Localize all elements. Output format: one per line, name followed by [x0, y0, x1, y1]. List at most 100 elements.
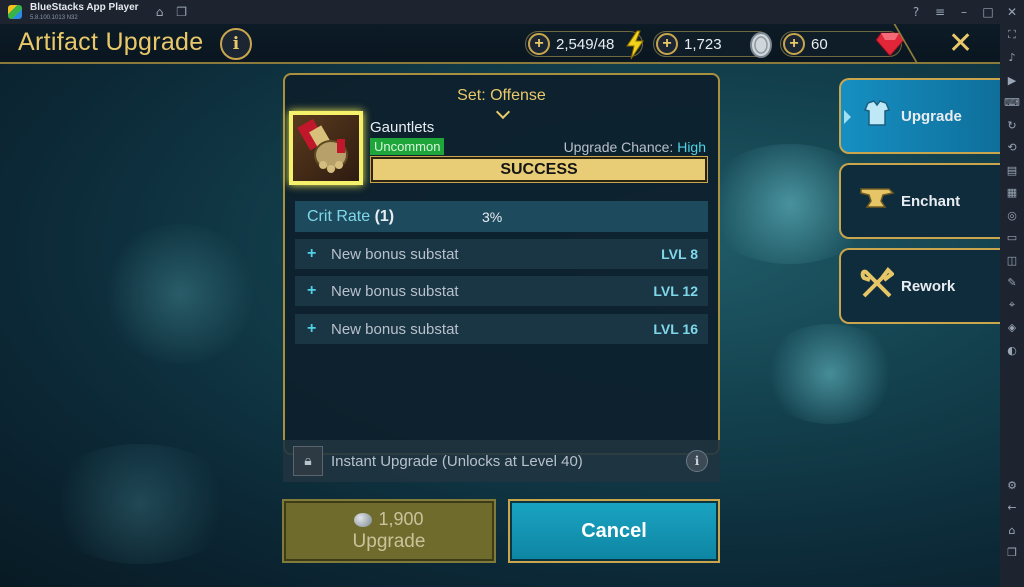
- game-header: Artifact Upgrade i + 2,549/48 + 1,723 + …: [0, 24, 1000, 64]
- tab-upgrade[interactable]: Upgrade: [839, 78, 1000, 154]
- plus-icon: +: [307, 320, 317, 337]
- screenshot-icon[interactable]: ◎: [1000, 204, 1024, 227]
- app-version: 5.8.100.1013 N32: [30, 15, 78, 21]
- energy-value: 2,549/48: [556, 35, 615, 53]
- instant-upgrade-info-button[interactable]: i: [686, 450, 708, 472]
- emulator-titlebar: BlueStacks App Player 5.8.100.1013 N32 ⌂…: [0, 0, 1024, 24]
- energy-icon: [626, 30, 644, 60]
- substat-level: LVL 12: [653, 283, 698, 299]
- page-title: Artifact Upgrade: [18, 28, 204, 56]
- minimize-icon[interactable]: –: [952, 5, 976, 19]
- energy-counter[interactable]: + 2,549/48: [525, 30, 644, 60]
- back-icon[interactable]: ←: [1000, 497, 1024, 520]
- app-name: BlueStacks App Player: [30, 2, 139, 13]
- tab-rework-label: Rework: [901, 277, 956, 295]
- plus-icon: +: [307, 245, 317, 262]
- plus-icon: +: [307, 282, 317, 299]
- game-screen: Artifact Upgrade i + 2,549/48 + 1,723 + …: [0, 24, 1000, 587]
- instant-upgrade-label: Instant Upgrade (Unlocks at Level 40): [331, 452, 583, 470]
- main-stat-label: Crit Rate: [307, 207, 371, 225]
- substat-level: LVL 16: [653, 321, 698, 337]
- armor-icon: [855, 98, 899, 135]
- substat-label: New bonus substat: [331, 282, 459, 300]
- eco-mode-icon[interactable]: ◐: [1000, 339, 1024, 362]
- upgrade-button[interactable]: 1,900 Upgrade: [282, 499, 496, 563]
- settings-icon[interactable]: ⚙: [1000, 474, 1024, 497]
- upgrade-chance-label: Upgrade Chance:: [563, 139, 678, 155]
- header-corner-decoration: [893, 24, 1000, 64]
- help-icon[interactable]: ?: [904, 5, 928, 19]
- substat-row: + New bonus substat LVL 8: [295, 239, 708, 269]
- gauntlets-icon: [293, 115, 359, 181]
- home-icon[interactable]: ⌂: [149, 5, 171, 19]
- android-home-icon[interactable]: ⌂: [1000, 519, 1024, 542]
- add-silver-button[interactable]: +: [656, 33, 678, 55]
- main-stat-row: Crit Rate (1) 3%: [295, 201, 708, 232]
- upgrade-result-banner: SUCCESS: [370, 156, 708, 183]
- silver-coin-icon: [750, 32, 772, 58]
- lock-icon: 🔒︎: [293, 446, 323, 476]
- instant-upgrade-row: 🔒︎ Instant Upgrade (Unlocks at Level 40)…: [283, 440, 720, 482]
- set-label: Set: Offense: [457, 87, 546, 104]
- recent-apps-icon[interactable]: ❐: [1000, 542, 1024, 565]
- tab-rework[interactable]: Rework: [839, 248, 1000, 324]
- add-ruby-button[interactable]: +: [783, 33, 805, 55]
- macro-icon[interactable]: ▦: [1000, 182, 1024, 205]
- ruby-counter[interactable]: + 60: [780, 31, 905, 57]
- silver-coin-icon: [354, 512, 373, 527]
- tab-enchant-label: Enchant: [901, 192, 961, 210]
- apk-install-icon[interactable]: ▤: [1000, 159, 1024, 182]
- layers-icon[interactable]: ◈: [1000, 317, 1024, 340]
- substat-level: LVL 8: [661, 246, 698, 262]
- close-window-icon[interactable]: ✕: [1000, 5, 1024, 19]
- multi-instance-icon[interactable]: ❐: [171, 5, 193, 19]
- main-stat-value: 3%: [482, 208, 503, 225]
- silver-counter[interactable]: + 1,723: [653, 31, 772, 58]
- maximize-icon[interactable]: □: [976, 5, 1000, 19]
- keyboard-icon[interactable]: ⌨: [1000, 92, 1024, 115]
- artifact-name: Gauntlets: [370, 119, 435, 136]
- upgrade-button-label: Upgrade: [352, 531, 426, 552]
- menu-icon[interactable]: ≡: [928, 5, 952, 19]
- bluestacks-logo-icon: [8, 5, 22, 19]
- active-tab-arrow-icon: [844, 110, 851, 124]
- folder-icon[interactable]: ▭: [1000, 227, 1024, 250]
- tab-upgrade-label: Upgrade: [901, 107, 962, 125]
- anvil-icon: [855, 183, 899, 220]
- artifact-panel: Set: Offense Gauntlets Uncommon Upgrade …: [283, 73, 720, 455]
- artifact-item-frame[interactable]: [289, 111, 363, 185]
- volume-icon[interactable]: ♪: [1000, 47, 1024, 70]
- rotate-icon[interactable]: ⟲: [1000, 137, 1024, 160]
- app-title-block: BlueStacks App Player 5.8.100.1013 N32: [30, 2, 139, 22]
- substat-row: + New bonus substat LVL 12: [295, 276, 708, 306]
- screen-record-icon[interactable]: ▶: [1000, 69, 1024, 92]
- main-stat-count: (1): [374, 207, 395, 225]
- main-stat-name: Crit Rate (1): [307, 208, 394, 226]
- multi-window-icon[interactable]: ◫: [1000, 249, 1024, 272]
- upgrade-cost: 1,900: [354, 509, 424, 530]
- cancel-button[interactable]: Cancel: [508, 499, 720, 563]
- upgrade-chance-value: High: [677, 139, 706, 155]
- upgrade-chance: Upgrade Chance: High: [564, 139, 706, 155]
- substat-row: + New bonus substat LVL 16: [295, 314, 708, 344]
- rarity-badge: Uncommon: [370, 138, 445, 155]
- add-energy-button[interactable]: +: [528, 33, 550, 55]
- upgrade-cost-value: 1,900: [378, 509, 424, 529]
- substat-label: New bonus substat: [331, 320, 459, 338]
- shake-icon[interactable]: ✎: [1000, 272, 1024, 295]
- silver-value: 1,723: [684, 35, 722, 53]
- tools-icon: [855, 266, 899, 307]
- set-marker-icon: [495, 104, 511, 120]
- close-button[interactable]: ✕: [948, 26, 973, 61]
- fullscreen-icon[interactable]: ⛶: [1000, 24, 1024, 47]
- location-icon[interactable]: ⌖: [1000, 294, 1024, 317]
- emulator-sidebar: ⛶ ♪ ▶ ⌨ ↻ ⟲ ▤ ▦ ◎ ▭ ◫ ✎ ⌖ ◈ ◐ ⚙ ← ⌂ ❐: [1000, 24, 1024, 587]
- sync-icon[interactable]: ↻: [1000, 114, 1024, 137]
- ruby-value: 60: [811, 35, 828, 53]
- info-button[interactable]: i: [220, 28, 252, 60]
- tab-enchant[interactable]: Enchant: [839, 163, 1000, 239]
